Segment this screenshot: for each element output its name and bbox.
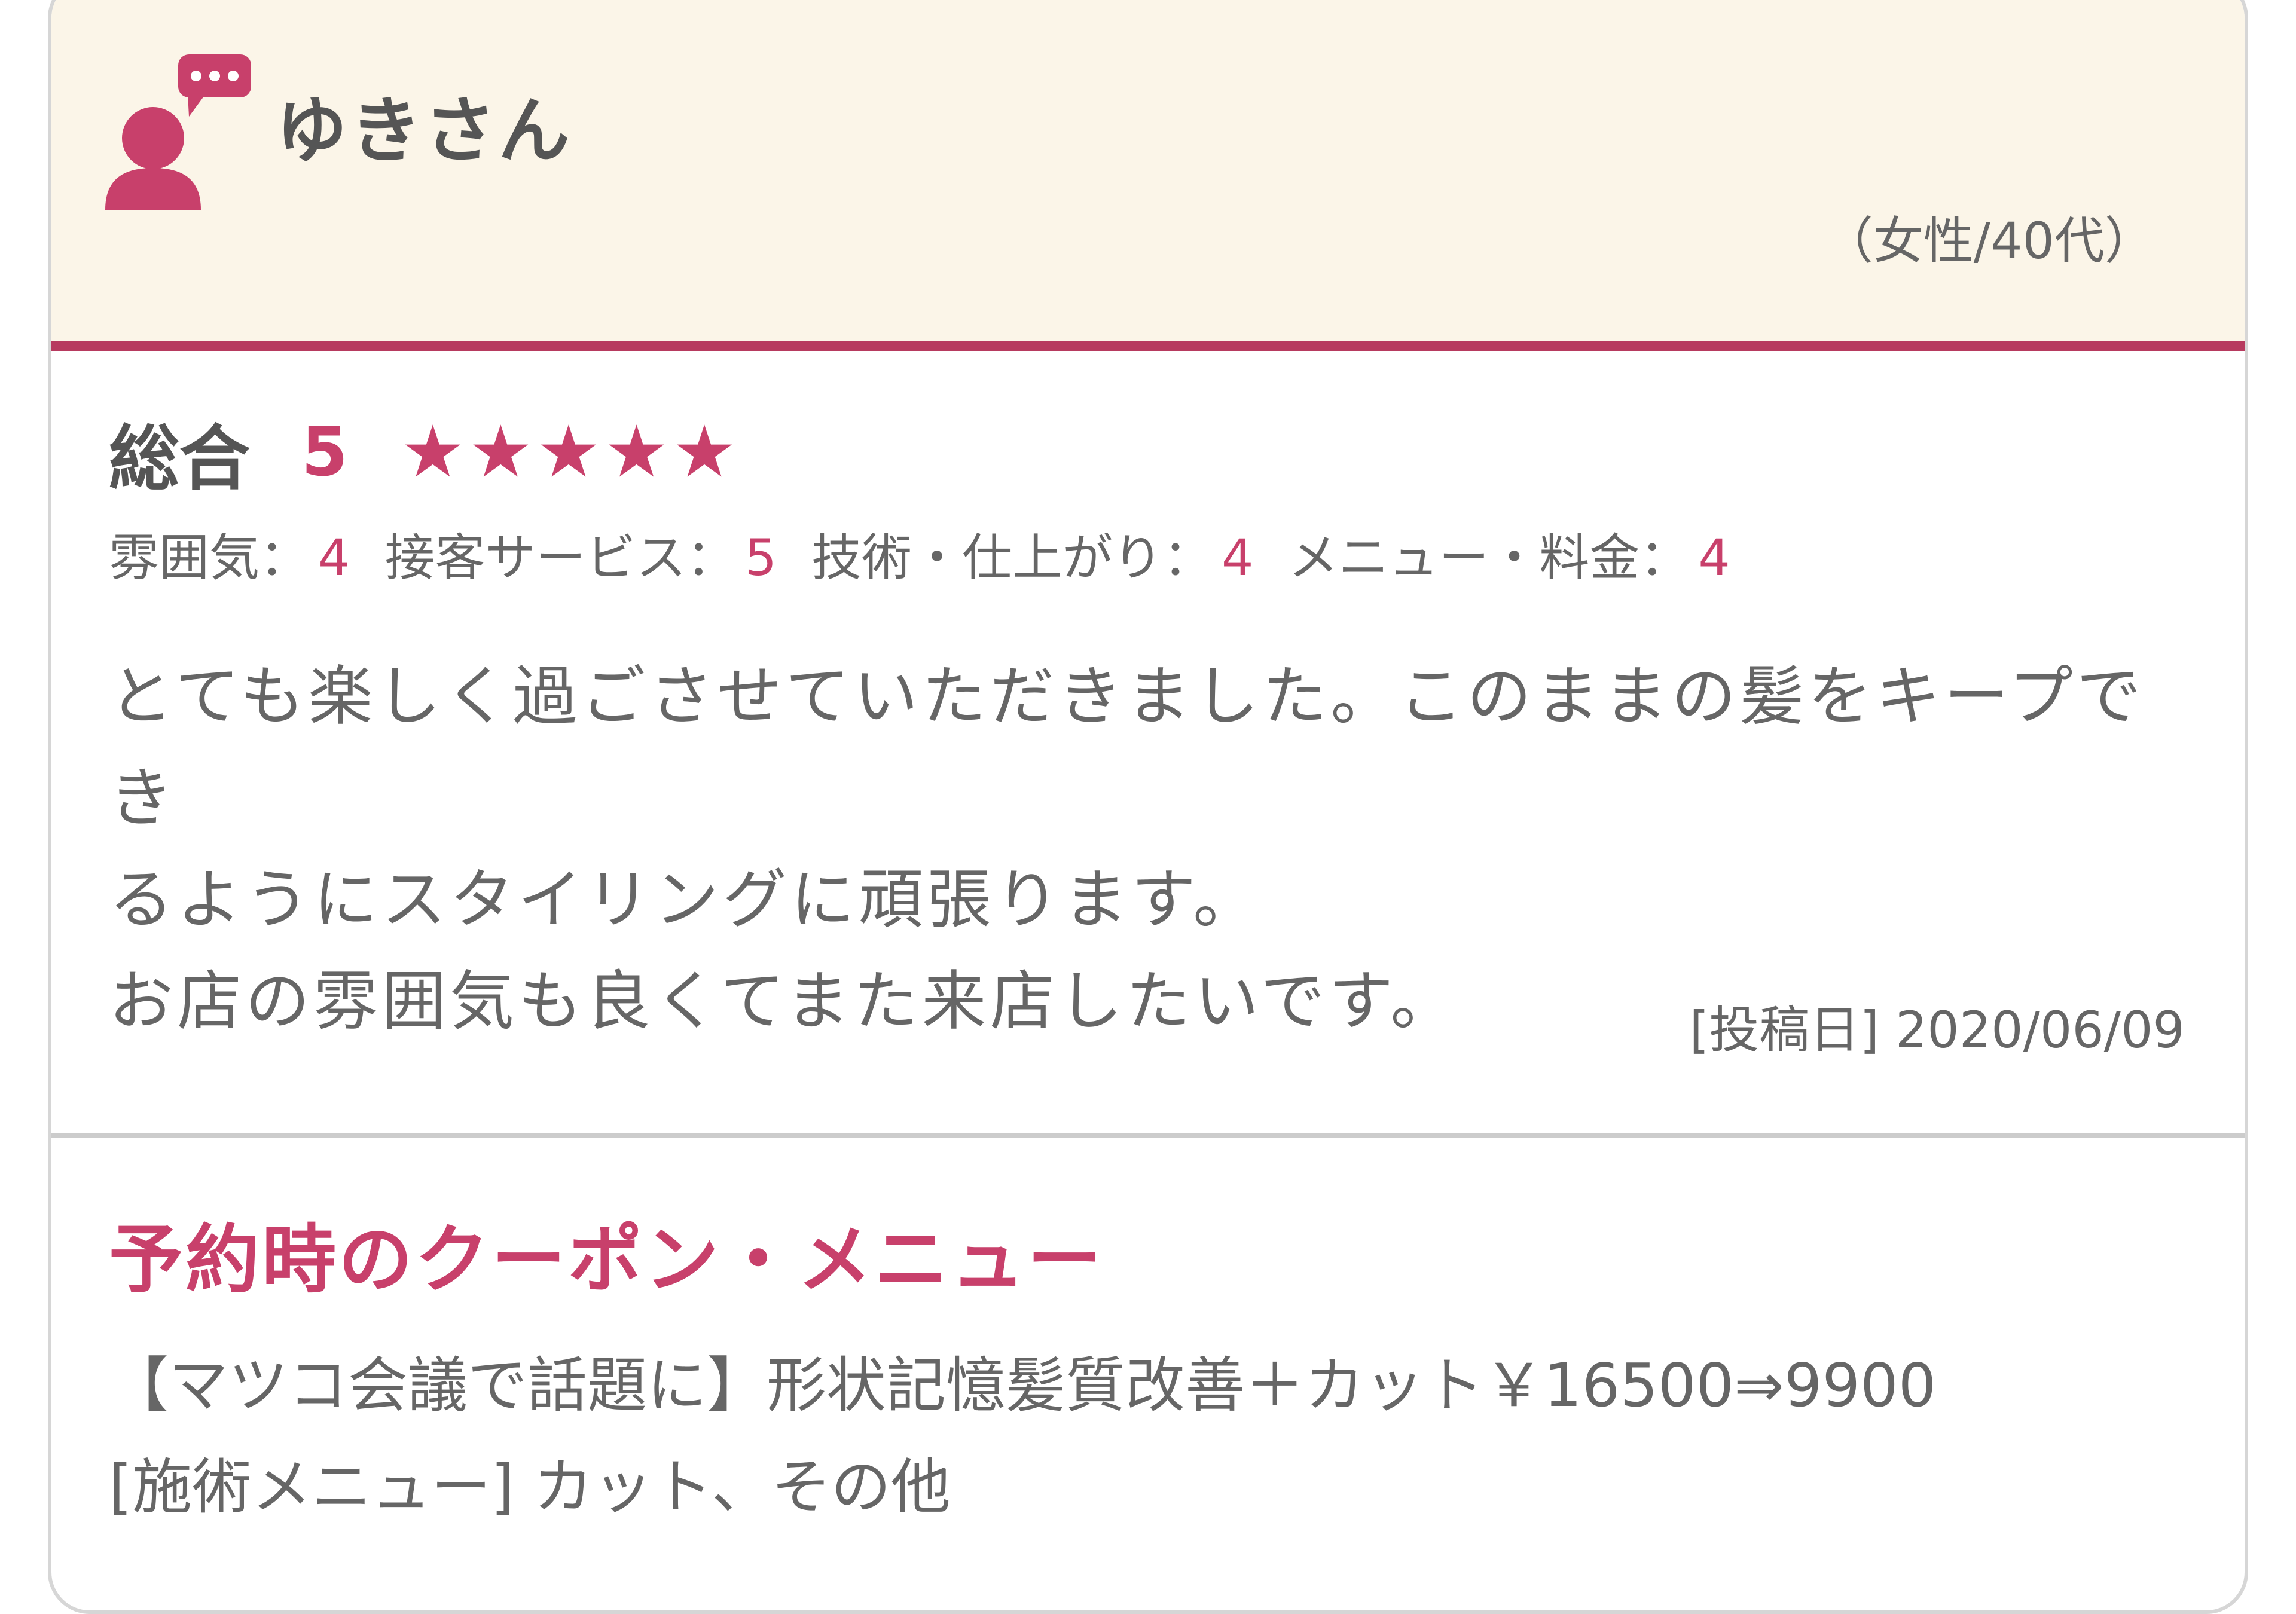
subrating-service: 接客サービス： 5 <box>384 518 776 590</box>
overall-rating: 総合 5 ★★★★★ <box>109 401 740 503</box>
subrating-value: 4 <box>318 528 350 587</box>
post-date: [投稿日] 2020/06/09 <box>1689 1001 2185 1059</box>
overall-label: 総合 <box>109 417 251 500</box>
review-header: ゆきさん （女性/40代） <box>51 0 2245 351</box>
subrating-atmosphere: 雰囲気： 4 <box>109 518 350 590</box>
subrating-label: 技術・仕上がり： <box>811 528 1213 587</box>
subrating-label: メニュー・料金： <box>1288 528 1690 587</box>
subrating-value: 4 <box>1698 528 1730 587</box>
subrating-value: 4 <box>1221 528 1254 587</box>
star-rating-icon: ★★★★★ <box>400 410 740 494</box>
coupon-name[interactable]: 【マツコ会議で話題に】形状記憶髪質改善＋カット￥16500⇒9900 <box>109 1337 1936 1423</box>
subrating-label: 接客サービス： <box>384 528 737 587</box>
review-card: ゆきさん （女性/40代） 総合 5 ★★★★★ 雰囲気： 4 接客サービス： 5 … <box>48 0 2248 1614</box>
sub-ratings: 雰囲気： 4 接客サービス： 5 技術・仕上がり： 4 メニュー・料金： 4 <box>109 518 1765 590</box>
reviewer-meta: （女性/40代） <box>1822 212 2155 270</box>
subrating-technique: 技術・仕上がり： 4 <box>811 518 1253 590</box>
overall-score: 5 <box>301 413 348 491</box>
coupon-heading: 予約時のクーポン・メニュー <box>109 1217 1104 1303</box>
subrating-label: 雰囲気： <box>109 528 310 587</box>
treatment-menu: [施術メニュー] カット、その他 <box>109 1452 951 1522</box>
reviewer-name: ゆきさん <box>276 90 572 173</box>
subrating-value: 5 <box>744 528 777 587</box>
user-speech-bubble-icon <box>105 54 251 210</box>
section-divider <box>51 1133 2245 1138</box>
subrating-menu-price: メニュー・料金： 4 <box>1288 518 1730 590</box>
